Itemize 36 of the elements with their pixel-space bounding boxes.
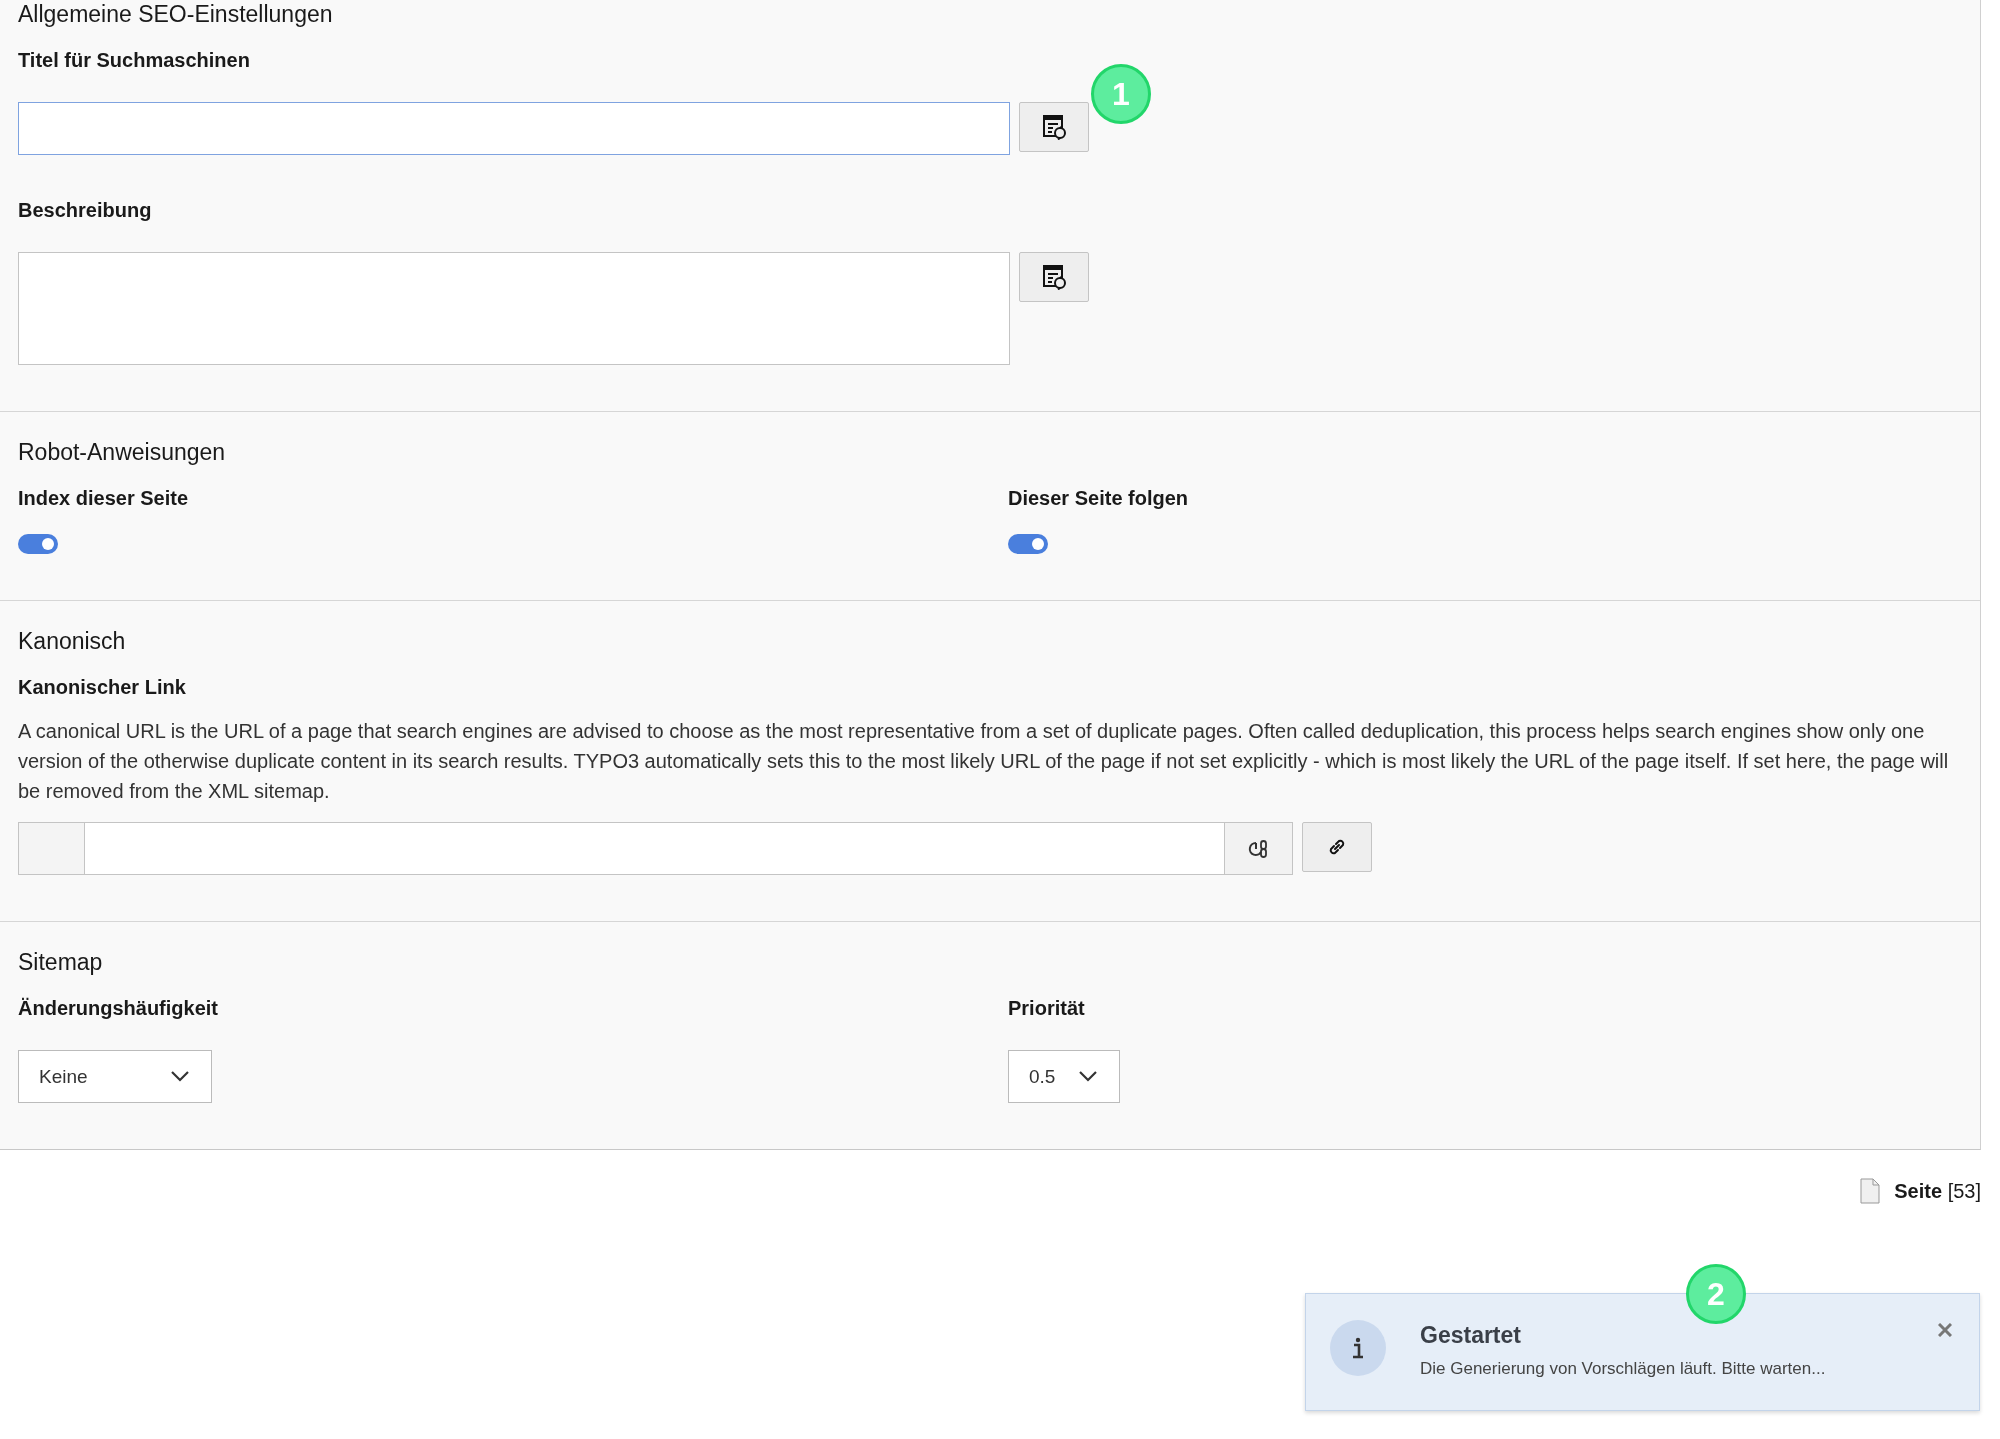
close-icon xyxy=(1938,1323,1952,1337)
step-marker: 2 xyxy=(1686,1264,1746,1324)
section-title: Kanonisch xyxy=(18,627,127,655)
select-label: Priorität xyxy=(1008,996,1086,1020)
toggle-switch[interactable] xyxy=(1008,534,1048,554)
dropdown-select[interactable]: 0.5 xyxy=(1008,1050,1121,1103)
field-label: Beschreibung xyxy=(18,198,153,222)
help-text: A canonical URL is the URL of a page that search engines are advised to choose as the most representative from a set of duplicate pages. Often called deduplication, this process helps search engines show only one version of the otherwise duplicate content in its search results. TYPO3 automatically sets this to the most likely URL of the page if not set explicitly - which is most likely the URL of the page itself. If set here, the page will be removed from the XML sitemap. xyxy=(18,719,1950,804)
link-browser-button[interactable] xyxy=(1302,822,1372,872)
toggle-switch[interactable] xyxy=(18,534,58,554)
description-field[interactable] xyxy=(18,252,1010,365)
generate-suggestions-button[interactable] xyxy=(1019,102,1089,152)
section-title: Allgemeine SEO-Einstellungen xyxy=(18,0,334,28)
field-label: Titel für Suchmaschinen xyxy=(18,48,251,72)
section-title: Robot-Anweisungen xyxy=(18,438,227,466)
list-refresh-icon xyxy=(1041,114,1067,140)
document-icon xyxy=(1860,1178,1881,1204)
link-options-button[interactable] xyxy=(1224,823,1292,874)
close-button[interactable] xyxy=(1935,1320,1955,1340)
dropdown-select[interactable]: Keine xyxy=(18,1050,212,1103)
select-label: Änderungshäufigkeit xyxy=(18,996,219,1020)
chevron-down-icon xyxy=(171,1071,189,1082)
generate-suggestions-button[interactable] xyxy=(1019,252,1089,302)
field-label: Kanonischer Link xyxy=(18,675,187,699)
toggle-label: Dieser Seite folgen xyxy=(1008,486,1190,510)
notification-message: Die Generierung von Vorschlägen läuft. Bitte warten... xyxy=(1420,1359,1827,1379)
step-marker: 1 xyxy=(1091,64,1151,124)
canonical-link-field[interactable] xyxy=(18,822,1293,875)
section-title: Sitemap xyxy=(18,948,104,976)
record-title: Seite [53] xyxy=(1894,1179,1981,1203)
chevron-down-icon xyxy=(1079,1071,1098,1082)
toggle-label: Index dieser Seite xyxy=(18,486,190,510)
info-icon xyxy=(1330,1320,1386,1376)
title-input-field[interactable] xyxy=(18,102,1010,155)
notification-title: Gestartet xyxy=(1420,1322,1522,1349)
list-refresh-icon xyxy=(1041,264,1067,290)
